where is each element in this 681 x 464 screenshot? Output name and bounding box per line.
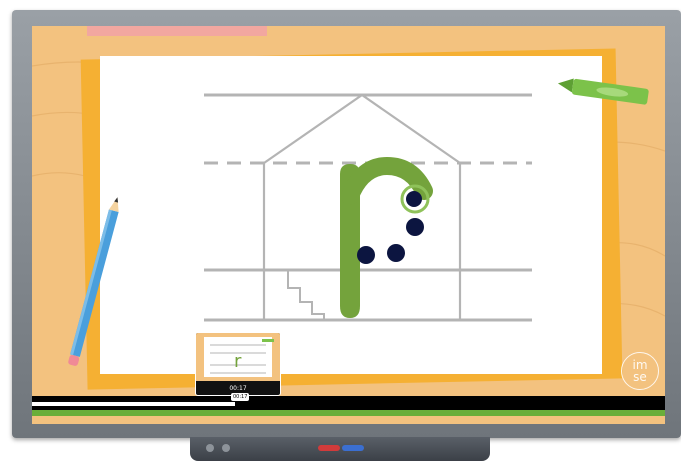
tray-button[interactable] [206,444,214,452]
preview-thumbnail: r [196,333,280,381]
seek-hover-preview: r 00:17 [195,332,281,396]
red-pen-slot[interactable] [318,445,340,451]
preview-time: 00:17 [229,385,247,392]
tracing-dot [357,246,375,264]
lesson-canvas [32,26,665,424]
tracing-dot [406,191,422,207]
tray-button[interactable] [222,444,230,452]
tracing-dot [406,218,424,236]
imse-logo: im se [621,352,659,390]
seek-progress-fill [32,402,235,406]
logo-text-bottom: se [633,370,647,384]
preview-letter: r [234,351,242,372]
blue-pen-slot[interactable] [342,445,364,451]
smartboard-scene: im se r 00:17 00:17 [0,0,681,464]
tracing-dot [387,244,405,262]
pink-paper [87,26,267,36]
video-screen: im se r 00:17 00:17 [32,26,665,424]
seek-buffer-strip [32,410,665,416]
current-time-bubble: 00:17 [231,393,250,401]
smartboard-pen-tray [190,437,490,461]
